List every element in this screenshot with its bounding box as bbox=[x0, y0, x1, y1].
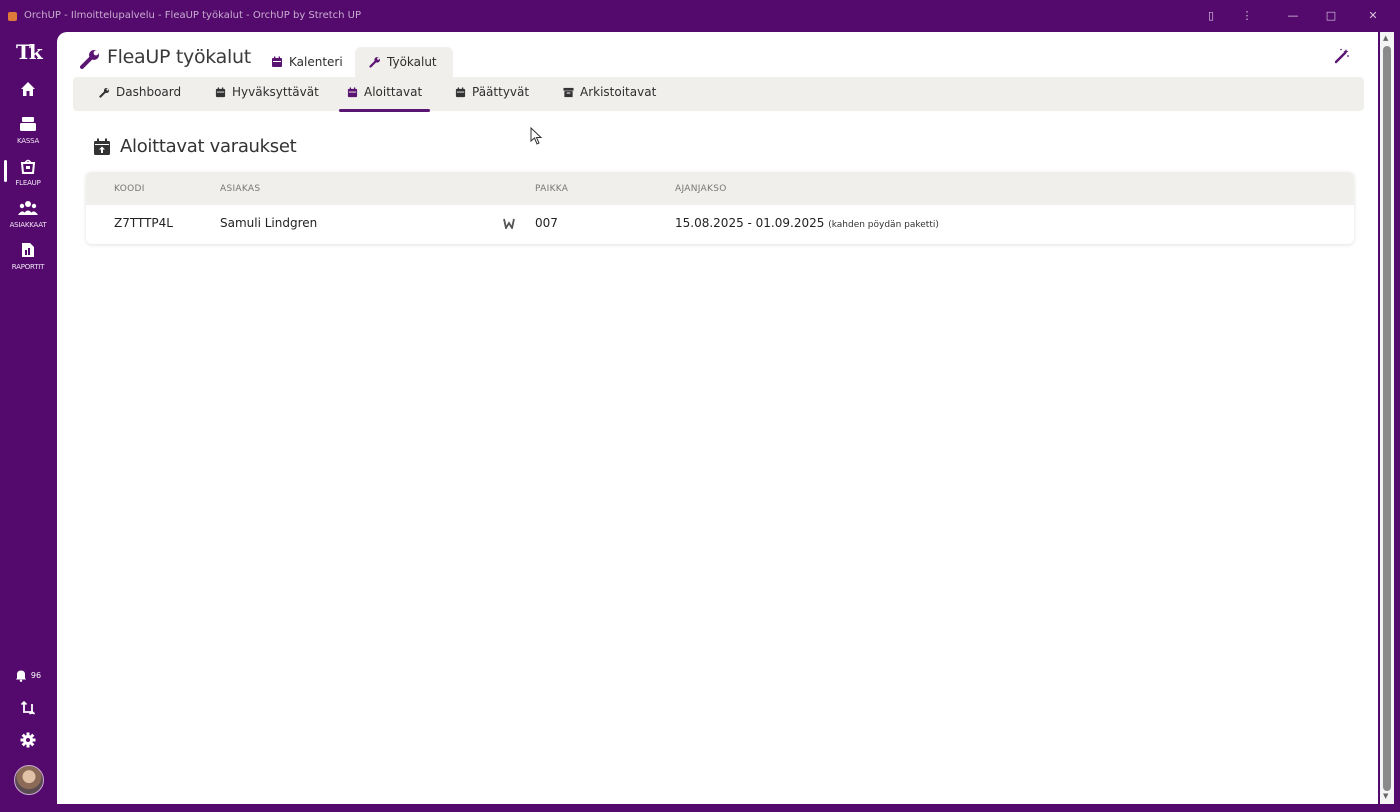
nav-kassa[interactable]: KASSA bbox=[0, 116, 56, 145]
cash-register-icon bbox=[20, 117, 36, 131]
window-titlebar: OrchUP - Ilmoittelupalvelu - FleaUP työk… bbox=[0, 0, 1400, 32]
nav-sync[interactable] bbox=[0, 700, 56, 720]
nav-fleaup[interactable]: FLEAUP bbox=[0, 158, 56, 187]
nav-asiakkaat-label: ASIAKKAAT bbox=[9, 221, 47, 229]
wrench-icon bbox=[99, 87, 110, 98]
fleaup-icon bbox=[20, 159, 36, 174]
customers-icon bbox=[18, 201, 38, 215]
tab-kalenteri-label: Kalenteri bbox=[289, 55, 343, 69]
customer-type-icon[interactable] bbox=[503, 218, 515, 229]
subtab-paattyvat[interactable]: Päättyvät bbox=[455, 85, 529, 99]
subtab-aloittavat[interactable]: Aloittavat bbox=[339, 85, 431, 112]
app-logo[interactable]: Tk bbox=[16, 40, 43, 64]
window-extension-icon[interactable]: ▯ bbox=[1200, 6, 1222, 26]
tab-tyokalut[interactable]: Työkalut bbox=[355, 47, 453, 77]
column-header-place[interactable]: PAIKKA bbox=[535, 184, 568, 194]
column-header-period[interactable]: AJANJAKSO bbox=[675, 184, 727, 194]
table-row[interactable]: Z7TTTP4L Samuli Lindgren 007 15.08.2025 … bbox=[86, 205, 1354, 243]
bell-icon bbox=[15, 670, 26, 682]
section-title: Aloittavat varaukset bbox=[120, 136, 297, 157]
nav-notifications[interactable]: 96 bbox=[0, 669, 56, 682]
scrollbar-thumb[interactable] bbox=[1383, 46, 1391, 791]
column-header-code[interactable]: KOODI bbox=[114, 184, 145, 194]
window-menu-icon[interactable]: ⋮ bbox=[1236, 6, 1258, 26]
calendar-end-icon bbox=[455, 86, 466, 97]
cell-customer: Samuli Lindgren bbox=[220, 216, 318, 230]
nav-home[interactable] bbox=[0, 80, 56, 102]
main-content: FleaUP työkalut Kalenteri Työkalut Dashb… bbox=[57, 32, 1378, 804]
nav-settings[interactable] bbox=[0, 732, 56, 752]
calendar-check-icon bbox=[215, 86, 226, 97]
bookings-table: KOODI ASIAKAS PAIKKA AJANJAKSO Z7TTTP4L … bbox=[86, 172, 1354, 244]
window-title: OrchUP - Ilmoittelupalvelu - FleaUP työk… bbox=[24, 10, 362, 21]
subtab-hyvaksyttavat[interactable]: Hyväksyttävät bbox=[215, 85, 319, 99]
mouse-cursor-icon bbox=[530, 127, 542, 145]
cell-period: 15.08.2025 - 01.09.2025 (kahden pöydän p… bbox=[675, 216, 939, 230]
user-avatar[interactable] bbox=[14, 765, 44, 795]
subtab-bar: Dashboard Hyväksyttävät Aloittavat Päätt… bbox=[73, 77, 1364, 112]
cell-code: Z7TTTP4L bbox=[114, 216, 173, 230]
wrench-icon bbox=[369, 57, 380, 68]
column-header-customer[interactable]: ASIAKAS bbox=[220, 184, 260, 194]
subtab-aloittavat-label: Aloittavat bbox=[364, 85, 423, 99]
subtab-arkistoitavat-label: Arkistoitavat bbox=[580, 85, 657, 99]
tab-tyokalut-label: Työkalut bbox=[387, 55, 437, 69]
nav-fleaup-label: FLEAUP bbox=[15, 179, 41, 187]
wrench-icon bbox=[80, 50, 99, 69]
reports-icon bbox=[22, 243, 34, 257]
scroll-down-icon[interactable]: ▼ bbox=[1383, 792, 1388, 800]
home-icon bbox=[21, 82, 35, 96]
scroll-up-icon[interactable]: ▲ bbox=[1383, 34, 1388, 42]
gear-icon bbox=[20, 732, 36, 748]
vertical-scrollbar[interactable]: ▲ ▼ bbox=[1380, 32, 1394, 804]
nav-asiakkaat[interactable]: ASIAKKAAT bbox=[0, 200, 56, 229]
magic-wand-icon[interactable] bbox=[1334, 48, 1350, 64]
active-subtab-underline bbox=[339, 109, 431, 112]
cell-period-dates: 15.08.2025 - 01.09.2025 bbox=[675, 216, 825, 230]
subtab-arkistoitavat[interactable]: Arkistoitavat bbox=[563, 85, 656, 99]
notification-count: 96 bbox=[30, 671, 42, 680]
close-icon[interactable]: ✕ bbox=[1362, 6, 1384, 26]
app-icon bbox=[8, 12, 17, 21]
maximize-icon[interactable]: □ bbox=[1320, 6, 1342, 26]
subtab-dashboard-label: Dashboard bbox=[116, 85, 182, 99]
archive-icon bbox=[563, 87, 574, 97]
tab-kalenteri[interactable]: Kalenteri bbox=[257, 47, 357, 77]
cell-place: 007 bbox=[535, 216, 558, 230]
subtab-hyvaksyttavat-label: Hyväksyttävät bbox=[232, 85, 319, 99]
left-nav-rail: Tk KASSA FLEAUP ASIAKKAAT RAPORTIT 96 bbox=[0, 32, 56, 812]
sync-icon bbox=[20, 700, 36, 715]
nav-raportit[interactable]: RAPORTIT bbox=[0, 242, 56, 271]
calendar-arrow-icon bbox=[347, 86, 358, 97]
subtab-paattyvat-label: Päättyvät bbox=[472, 85, 530, 99]
section-header: Aloittavat varaukset bbox=[93, 136, 297, 157]
page-title: FleaUP työkalut bbox=[107, 46, 251, 68]
minimize-icon[interactable]: — bbox=[1282, 6, 1304, 26]
cell-period-note: (kahden pöydän paketti) bbox=[828, 220, 939, 230]
table-header: KOODI ASIAKAS PAIKKA AJANJAKSO bbox=[86, 172, 1354, 205]
calendar-arrow-up-icon bbox=[94, 138, 110, 155]
calendar-icon bbox=[272, 56, 282, 67]
nav-kassa-label: KASSA bbox=[16, 137, 40, 145]
subtab-dashboard[interactable]: Dashboard bbox=[99, 85, 181, 99]
nav-raportit-label: RAPORTIT bbox=[11, 263, 45, 271]
